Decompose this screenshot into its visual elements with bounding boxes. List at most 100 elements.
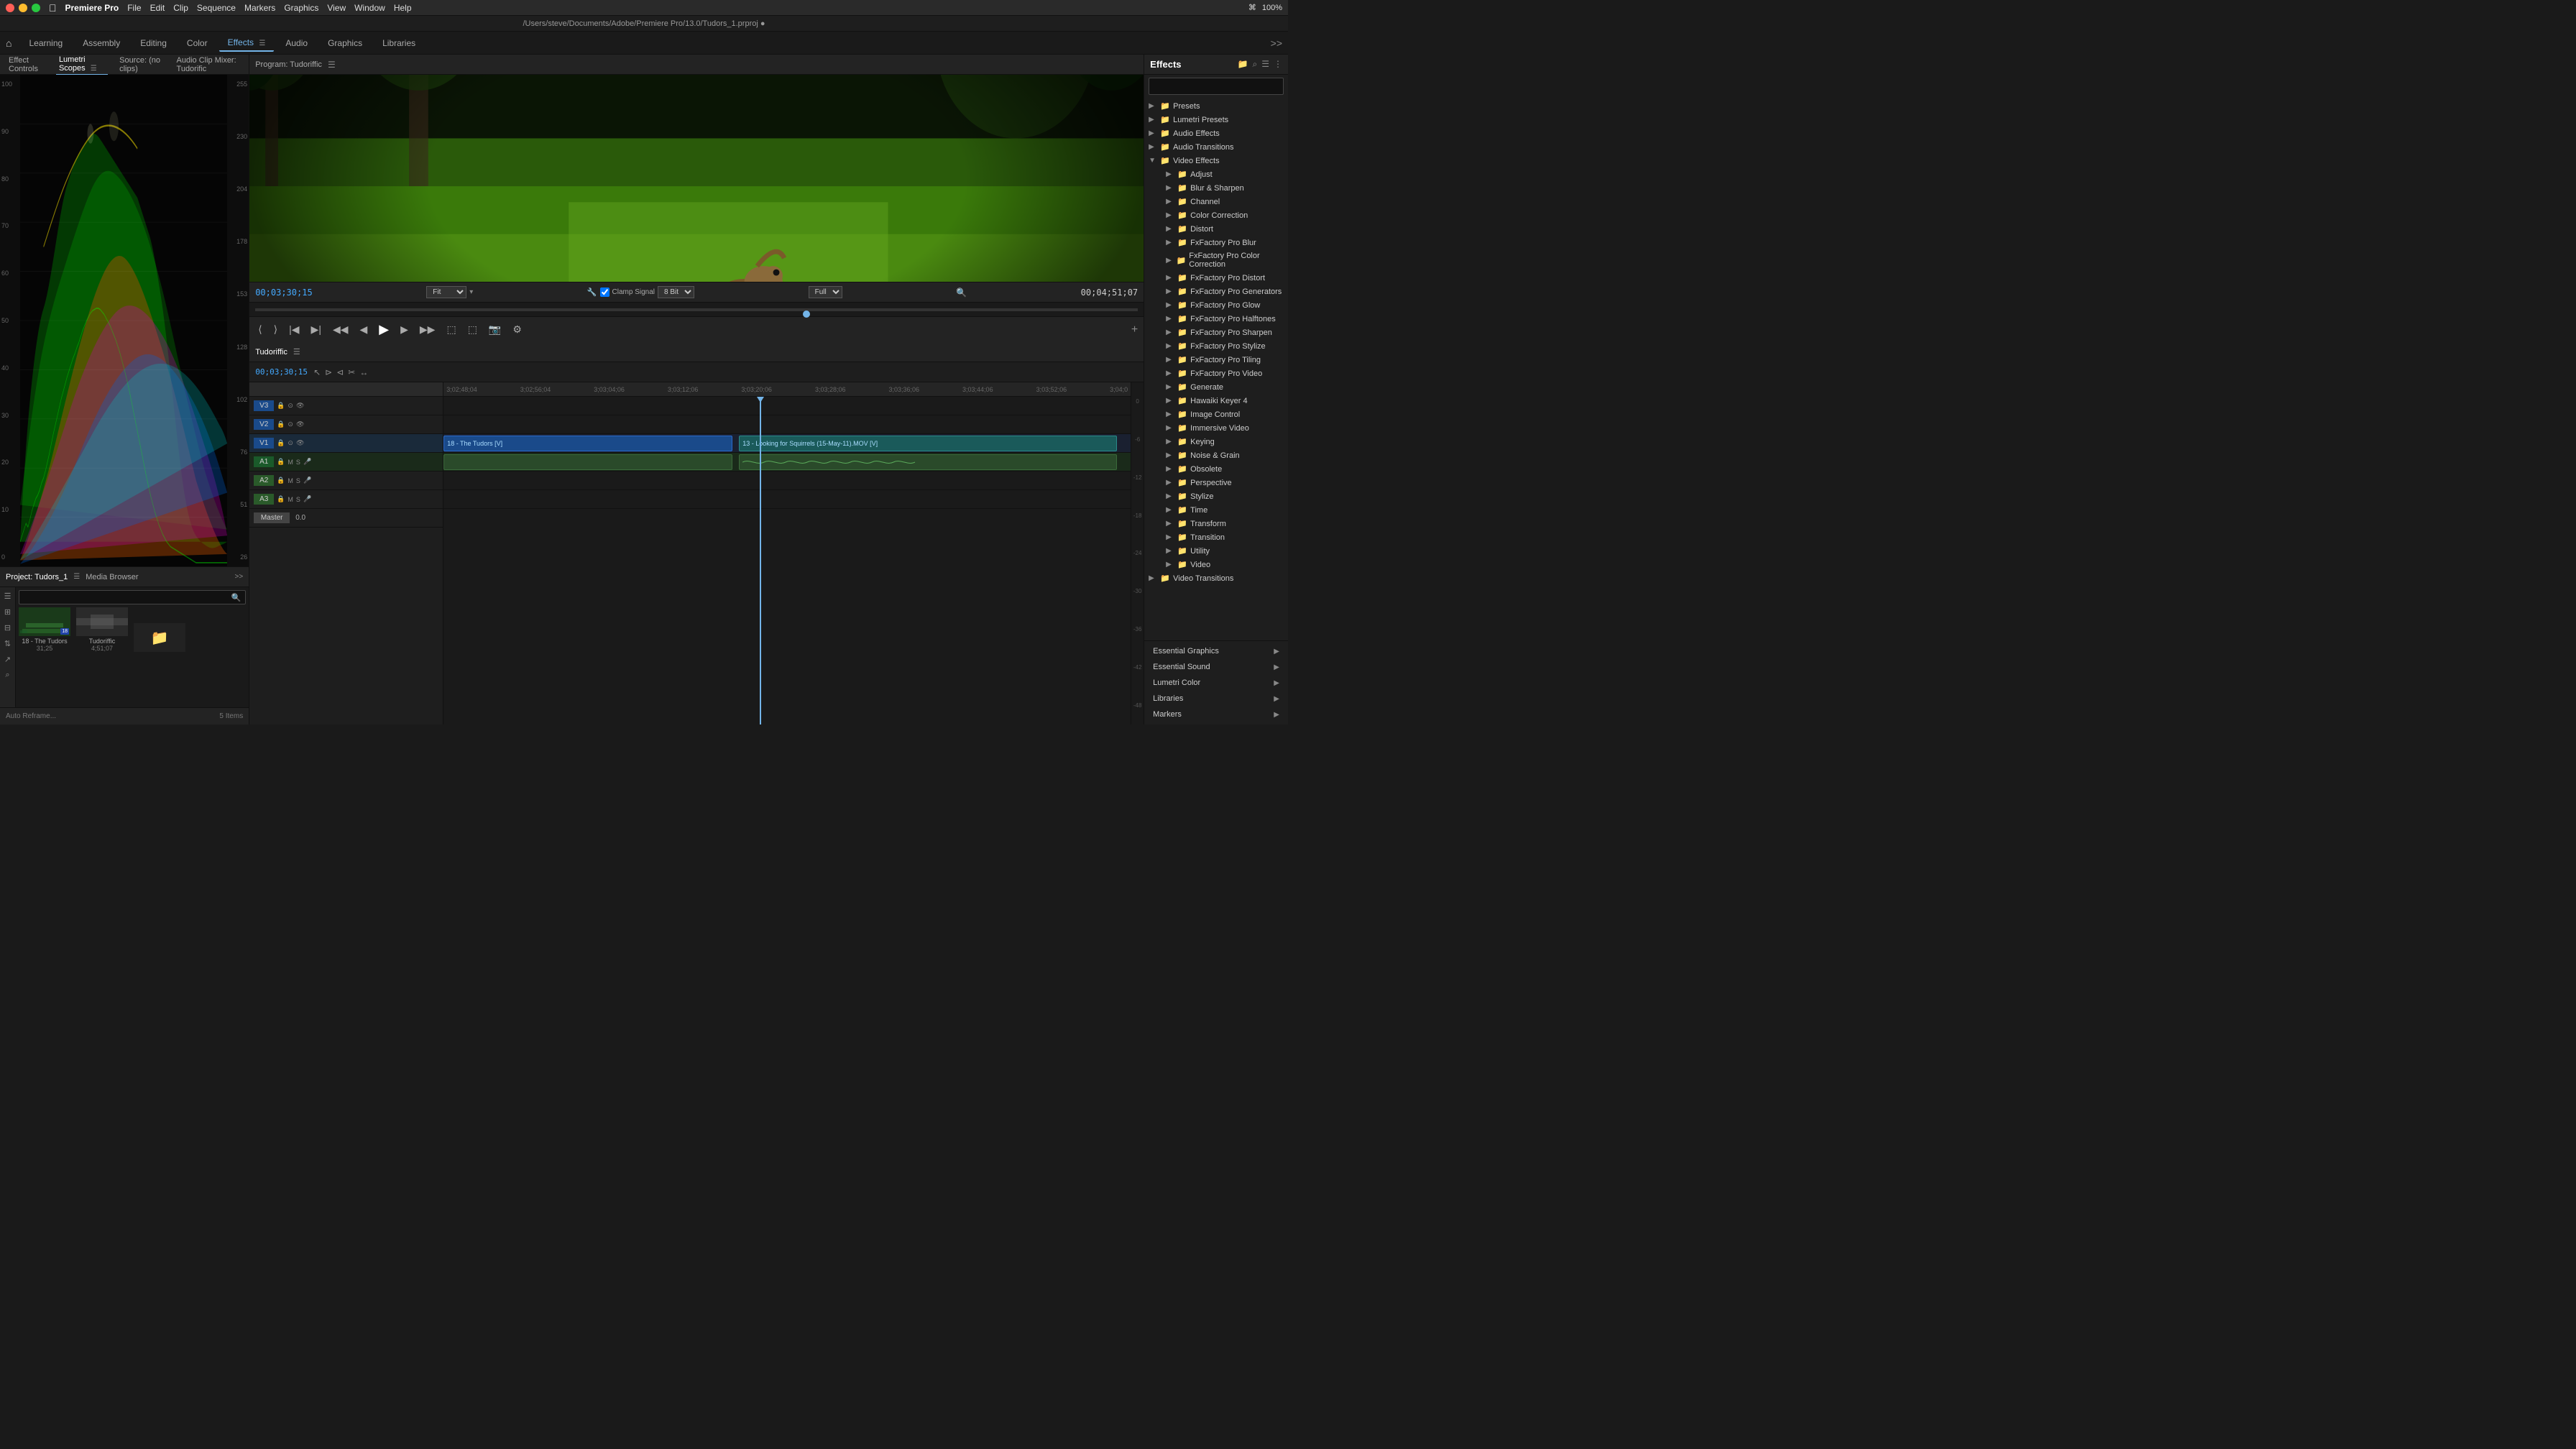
insert-button[interactable]: ⬚ xyxy=(443,322,459,337)
clip-tudors-v1[interactable]: 18 - The Tudors [V] xyxy=(443,436,732,451)
menu-view[interactable]: View xyxy=(327,3,346,13)
effect-sub-hawaiki[interactable]: ▶ 📁 Hawaiki Keyer 4 xyxy=(1144,394,1288,408)
selection-tool[interactable]: ↖ xyxy=(313,367,321,377)
v2-lock-icon[interactable]: 🔒 xyxy=(277,420,285,428)
fast-forward-button[interactable]: ▶▶ xyxy=(417,322,438,337)
project-search-input[interactable] xyxy=(24,594,231,602)
zoom-icon[interactable]: 🔍 xyxy=(956,288,967,298)
project-panel-icon[interactable]: ☰ xyxy=(73,573,80,581)
v1-lock-icon[interactable]: 🔒 xyxy=(277,439,285,447)
menu-edit[interactable]: Edit xyxy=(150,3,165,13)
effect-category-video-transitions[interactable]: ▶ 📁 Video Transitions xyxy=(1144,571,1288,585)
effects-search-bar[interactable] xyxy=(1149,78,1284,95)
a2-mute-icon[interactable]: M xyxy=(288,477,293,484)
close-button[interactable] xyxy=(6,4,14,12)
panel-menu-icon[interactable]: ⋮ xyxy=(1274,59,1282,70)
effect-sub-keying[interactable]: ▶ 📁 Keying xyxy=(1144,435,1288,448)
effect-sub-fxpro-blur[interactable]: ▶ 📁 FxFactory Pro Blur xyxy=(1144,236,1288,249)
menu-help[interactable]: Help xyxy=(394,3,412,13)
menu-markers[interactable]: Markers xyxy=(244,3,275,13)
a2-solo-icon[interactable]: S xyxy=(296,477,300,484)
menu-sequence[interactable]: Sequence xyxy=(197,3,236,13)
slip-tool[interactable]: ↔ xyxy=(359,367,368,377)
v1-eye-icon[interactable]: 👁 xyxy=(296,439,304,447)
effect-sub-blur[interactable]: ▶ 📁 Blur & Sharpen xyxy=(1144,181,1288,195)
mark-out-button[interactable]: ⟩ xyxy=(271,322,280,337)
settings-button[interactable]: ⚙ xyxy=(510,322,525,337)
project-search-bar[interactable]: 🔍 xyxy=(19,590,246,604)
tab-audio[interactable]: Audio xyxy=(277,35,316,51)
tab-effects[interactable]: Effects ☰ xyxy=(219,34,275,52)
play-button[interactable]: ▶ xyxy=(376,321,392,339)
effect-sub-fxpro-halftones[interactable]: ▶ 📁 FxFactory Pro Halftones xyxy=(1144,312,1288,326)
effect-category-audio-transitions[interactable]: ▶ 📁 Audio Transitions xyxy=(1144,140,1288,154)
monitor-scrubber[interactable] xyxy=(249,302,1144,316)
effect-sub-fxpro-generators[interactable]: ▶ 📁 FxFactory Pro Generators xyxy=(1144,285,1288,298)
effect-sub-time[interactable]: ▶ 📁 Time xyxy=(1144,503,1288,517)
minimize-button[interactable] xyxy=(19,4,27,12)
effects-tab-menu-icon[interactable]: ☰ xyxy=(259,40,265,47)
effect-sub-generate[interactable]: ▶ 📁 Generate xyxy=(1144,380,1288,394)
tab-color[interactable]: Color xyxy=(178,35,216,51)
effect-sub-transition[interactable]: ▶ 📁 Transition xyxy=(1144,530,1288,544)
v3-eye-icon[interactable]: 👁 xyxy=(296,402,304,410)
more-workspaces-button[interactable]: >> xyxy=(1271,37,1282,49)
markers-item[interactable]: Markers ▶ xyxy=(1149,707,1284,722)
effect-sub-transform[interactable]: ▶ 📁 Transform xyxy=(1144,517,1288,530)
lumetri-menu-icon[interactable]: ☰ xyxy=(91,65,97,73)
clamp-signal-checkbox[interactable] xyxy=(600,288,610,297)
mark-in-button[interactable]: ⟨ xyxy=(255,322,264,337)
play-out-button[interactable]: ▶ xyxy=(397,322,411,337)
go-to-in-button[interactable]: |◀ xyxy=(286,322,302,337)
clip-squirrels-v1[interactable]: 13 - Looking for Squirrels (15-May-11).M… xyxy=(739,436,1117,451)
v3-sync-icon[interactable]: ⊙ xyxy=(288,402,293,410)
project-title-tab[interactable]: Project: Tudors_1 xyxy=(6,573,68,581)
export-frame-button[interactable]: 📷 xyxy=(486,322,504,337)
wrench-icon[interactable]: 🔧 xyxy=(587,288,597,297)
tab-assembly[interactable]: Assembly xyxy=(74,35,129,51)
effect-sub-image-control[interactable]: ▶ 📁 Image Control xyxy=(1144,408,1288,421)
fit-select[interactable]: Fit 25% 50% 75% 100% xyxy=(426,286,466,298)
tab-effect-controls[interactable]: Effect Controls xyxy=(6,55,47,75)
libraries-item[interactable]: Libraries ▶ xyxy=(1149,691,1284,706)
menu-file[interactable]: File xyxy=(127,3,141,13)
a2-record-icon[interactable]: 🎤 xyxy=(303,477,311,484)
v1-sync-icon[interactable]: ⊙ xyxy=(288,439,293,447)
effect-sub-immersive-video[interactable]: ▶ 📁 Immersive Video xyxy=(1144,421,1288,435)
v3-lock-icon[interactable]: 🔒 xyxy=(277,402,285,410)
tab-libraries[interactable]: Libraries xyxy=(374,35,424,51)
auto-reframe-button[interactable]: Auto Reframe... xyxy=(6,712,56,720)
effect-sub-channel[interactable]: ▶ 📁 Channel xyxy=(1144,195,1288,208)
effect-sub-fxpro-stylize[interactable]: ▶ 📁 FxFactory Pro Stylize xyxy=(1144,339,1288,353)
monitor-timecode-in[interactable]: 00;03;30;15 xyxy=(255,288,312,298)
effect-sub-stylize[interactable]: ▶ 📁 Stylize xyxy=(1144,489,1288,503)
a2-lock-icon[interactable]: 🔒 xyxy=(277,477,285,484)
effect-sub-fxpro-video[interactable]: ▶ 📁 FxFactory Pro Video xyxy=(1144,367,1288,380)
effect-sub-obsolete[interactable]: ▶ 📁 Obsolete xyxy=(1144,462,1288,476)
new-bin-icon[interactable]: 📁 xyxy=(1238,59,1248,70)
effect-sub-fxpro-tiling[interactable]: ▶ 📁 FxFactory Pro Tiling xyxy=(1144,353,1288,367)
bit-depth-select[interactable]: 8 Bit xyxy=(658,286,694,298)
tab-learning[interactable]: Learning xyxy=(20,35,71,51)
menu-clip[interactable]: Clip xyxy=(173,3,188,13)
lumetri-color-item[interactable]: Lumetri Color ▶ xyxy=(1149,676,1284,690)
apple-menu[interactable]:  xyxy=(49,2,57,14)
a3-solo-icon[interactable]: S xyxy=(296,496,300,503)
effect-sub-fxpro-glow[interactable]: ▶ 📁 FxFactory Pro Glow xyxy=(1144,298,1288,312)
fit-dropdown-arrow[interactable]: ▾ xyxy=(469,288,473,296)
step-forward-button[interactable]: ◀ xyxy=(357,322,371,337)
menu-window[interactable]: Window xyxy=(354,3,385,13)
effect-sub-noise-grain[interactable]: ▶ 📁 Noise & Grain xyxy=(1144,448,1288,462)
effect-category-audio-effects[interactable]: ▶ 📁 Audio Effects xyxy=(1144,126,1288,140)
app-name[interactable]: Premiere Pro xyxy=(65,3,119,13)
automate-tool[interactable]: ↗ xyxy=(2,653,14,665)
list-view-icon[interactable]: ☰ xyxy=(1261,59,1269,70)
freeform-view-tool[interactable]: ⊟ xyxy=(2,622,14,633)
effect-sub-fxpro-sharpen[interactable]: ▶ 📁 FxFactory Pro Sharpen xyxy=(1144,326,1288,339)
icon-view-tool[interactable]: ⊞ xyxy=(2,606,14,617)
v2-eye-icon[interactable]: 👁 xyxy=(296,420,304,428)
a1-solo-icon[interactable]: S xyxy=(296,459,300,466)
effect-sub-color-correction[interactable]: ▶ 📁 Color Correction xyxy=(1144,208,1288,222)
effect-sub-fxpro-color[interactable]: ▶ 📁 FxFactory Pro Color Correction xyxy=(1144,249,1288,271)
add-button[interactable]: + xyxy=(1131,323,1138,336)
